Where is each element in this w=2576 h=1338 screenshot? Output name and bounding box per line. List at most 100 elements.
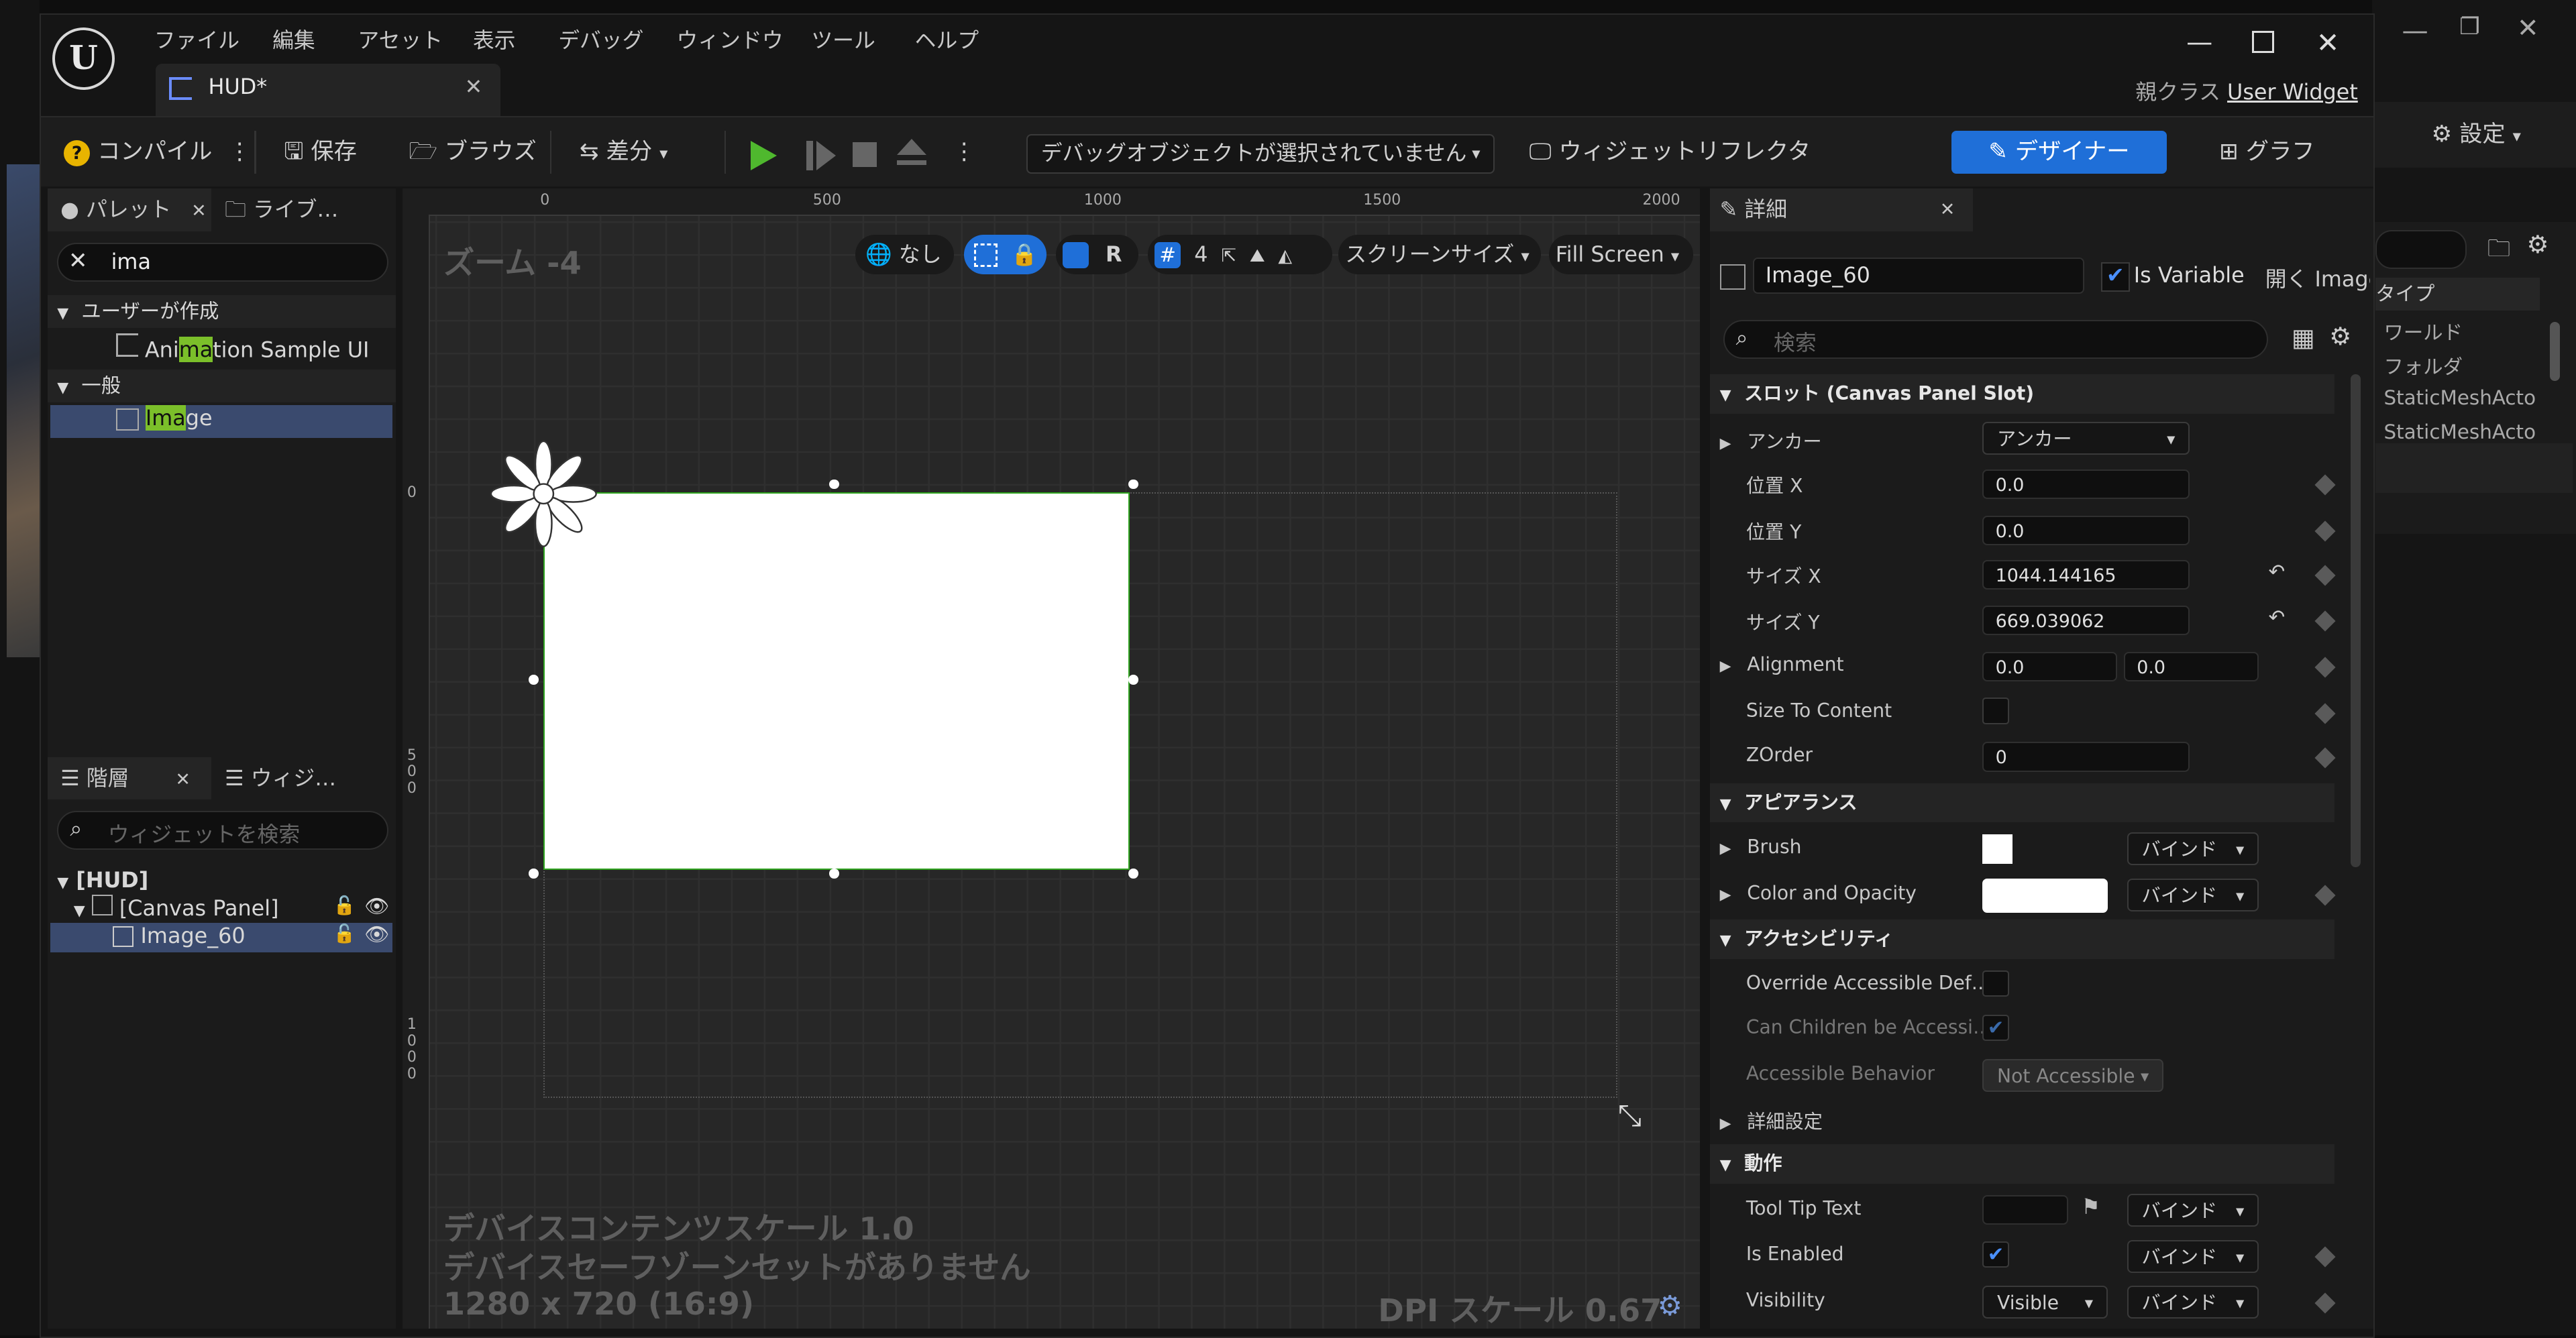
is-variable-checkbox[interactable]: ✔ [2100, 262, 2130, 292]
eject-icon[interactable] [896, 139, 926, 156]
resize-handle[interactable] [529, 869, 539, 879]
triangle-icon[interactable]: ◭ [1278, 245, 1292, 266]
keyframe-icon[interactable] [2314, 747, 2336, 769]
brush-bind-dropdown[interactable]: バインド ▾ [2127, 832, 2259, 866]
tab-hierarchy[interactable]: ☰ 階層 ✕ [47, 757, 212, 800]
palette-item-animation-sample-ui[interactable]: Animation Sample UI [116, 333, 369, 363]
play-icon[interactable] [750, 140, 777, 170]
transform-mode-toggle[interactable]: R [1056, 234, 1138, 274]
scrollbar[interactable] [2549, 322, 2560, 382]
lock-open-icon[interactable]: 🔓 [333, 895, 356, 916]
respect-locks-toggle[interactable]: 🔒 [964, 234, 1046, 274]
menu-file[interactable]: ファイル [154, 23, 239, 59]
keyframe-icon[interactable] [2314, 1246, 2336, 1268]
close-window-icon[interactable]: ✕ [2316, 26, 2340, 59]
position-x-input[interactable]: 0.0 [1982, 469, 2190, 500]
menu-edit[interactable]: 編集 [272, 23, 315, 59]
compile-button[interactable]: ? コンパイル [50, 127, 225, 176]
gear-icon[interactable]: ⚙ [2527, 230, 2549, 259]
flag-icon[interactable]: ⚑ [2081, 1194, 2100, 1219]
save-button[interactable]: 🖫 保存 [271, 127, 370, 176]
open-image-link[interactable]: 開く Image [2265, 262, 2371, 293]
tab-library[interactable]: 🗀 ライブ… [225, 188, 389, 231]
gear-icon[interactable]: ⚙ [2329, 322, 2351, 351]
color-bind-dropdown[interactable]: バインド ▾ [2127, 878, 2259, 911]
outliner-item[interactable]: フォルダ [2383, 351, 2463, 380]
keyframe-icon[interactable] [2314, 610, 2336, 632]
reset-to-default-icon[interactable]: ↶ [2269, 560, 2286, 583]
background-restore-icon[interactable]: ❐ [2459, 13, 2480, 40]
menu-window[interactable]: ウィンドウ [677, 23, 784, 59]
keyframe-icon[interactable] [2314, 520, 2336, 542]
cursor-icon[interactable]: ⇱ [1221, 245, 1236, 266]
resize-handle[interactable] [1128, 869, 1138, 879]
section-behavior[interactable]: ▼ 動作 [1709, 1144, 2334, 1184]
outliner-item[interactable]: StaticMeshActo [2383, 386, 2541, 409]
diff-button[interactable]: ⇆ 差分 ▾ [566, 127, 681, 176]
close-icon[interactable]: ✕ [175, 769, 191, 790]
details-search-input[interactable]: ⌕ 検索 [1723, 320, 2268, 359]
tab-details[interactable]: ✎ 詳細 ✕ [1709, 188, 1973, 231]
stop-icon[interactable] [852, 142, 877, 167]
tab-widget-bindings[interactable]: ☰ ウィジ… [225, 757, 389, 800]
browse-button[interactable]: 🗁 ブラウズ [396, 127, 550, 176]
outliner-item[interactable]: StaticMeshActo [2383, 421, 2541, 442]
size-to-content-checkbox[interactable] [1982, 698, 2009, 724]
eye-icon[interactable]: 👁 [364, 895, 389, 918]
prop-alignment[interactable]: ▶ Alignment [1720, 653, 1844, 675]
grid-snap-toggle[interactable]: # 4 ⇱ ⛰ ◭ [1148, 234, 1332, 274]
minimize-icon[interactable]: — [2186, 27, 2212, 58]
eye-icon[interactable]: 👁 [364, 923, 389, 946]
section-appearance[interactable]: ▼ アピアランス [1709, 783, 2334, 823]
tooltip-text-input[interactable] [1982, 1195, 2068, 1225]
graph-button[interactable]: ⊞ グラフ [2206, 127, 2328, 176]
prop-color-opacity[interactable]: ▶ Color and Opacity [1720, 882, 1917, 904]
reset-to-default-icon[interactable]: ↶ [2269, 606, 2286, 628]
anchor-widget-icon[interactable] [488, 438, 600, 550]
override-accessible-checkbox[interactable] [1982, 970, 2009, 997]
compile-options-icon[interactable]: ⋮ [215, 127, 264, 176]
close-icon[interactable]: ✕ [1940, 188, 1955, 231]
localization-preview-button[interactable]: 🌐 なし [855, 234, 955, 274]
maximize-icon[interactable] [2252, 31, 2275, 53]
section-accessibility[interactable]: ▼ アクセシビリティ [1709, 919, 2334, 959]
keyframe-icon[interactable] [2314, 703, 2336, 724]
visibility-dropdown[interactable]: Visible ▾ [1982, 1286, 2108, 1319]
add-folder-icon[interactable]: 🗀 [2487, 231, 2510, 271]
designer-viewport[interactable]: 0 500 1000 1500 2000 0 5 0 0 1 0 0 0 ズーム… [402, 188, 1701, 1329]
outliner-item[interactable]: ワールド [2383, 317, 2463, 345]
size-y-input[interactable]: 669.039062 [1982, 606, 2190, 636]
menu-view[interactable]: 表示 [473, 23, 516, 59]
document-tab-hud[interactable]: HUD* ✕ [156, 64, 501, 117]
keyframe-icon[interactable] [2314, 474, 2336, 496]
keyframe-icon[interactable] [2314, 657, 2336, 678]
close-icon[interactable]: ✕ [465, 74, 483, 99]
background-settings-button[interactable]: ⚙ 設定 ▾ [2432, 115, 2521, 148]
lock-open-icon[interactable]: 🔓 [333, 923, 356, 944]
menu-tools[interactable]: ツール [811, 23, 875, 59]
tree-item-image-60[interactable]: Image_60 🔓 👁 [50, 922, 392, 952]
tree-item-canvas-panel[interactable]: ▼ [Canvas Panel] 🔓 👁 [74, 895, 396, 921]
step-icon[interactable] [806, 140, 813, 170]
enabled-bind-dropdown[interactable]: バインド ▾ [2127, 1239, 2259, 1273]
widget-name-input[interactable]: Image_60 [1752, 258, 2085, 294]
color-opacity-swatch[interactable] [1982, 878, 2108, 913]
designer-button[interactable]: ✎ デザイナー [1951, 130, 2167, 174]
prop-anchor[interactable]: ▶ アンカー [1720, 427, 1822, 454]
anchor-dropdown[interactable]: アンカー ▾ [1982, 421, 2190, 455]
is-enabled-checkbox[interactable]: ✔ [1982, 1241, 2009, 1268]
category-common[interactable]: ▼ 一般 [47, 369, 396, 402]
hierarchy-search-input[interactable]: ⌕ ウィジェットを検索 [57, 811, 389, 850]
dpi-settings-gear-icon[interactable]: ⚙ [1658, 1289, 1682, 1322]
resize-handle[interactable] [1128, 675, 1138, 685]
keyframe-icon[interactable] [2314, 1292, 2336, 1314]
tab-palette[interactable]: ● パレット ✕ [47, 188, 212, 231]
brush-color-swatch[interactable] [1982, 834, 2012, 864]
resize-handle[interactable] [829, 869, 839, 879]
position-y-input[interactable]: 0.0 [1982, 515, 2190, 545]
parent-class-link[interactable]: User Widget [2227, 79, 2358, 105]
section-slot[interactable]: ▼ スロット (Canvas Panel Slot) [1709, 374, 2334, 414]
visibility-bind-dropdown[interactable]: バインド ▾ [2127, 1286, 2259, 1319]
selected-image-widget[interactable] [543, 492, 1130, 870]
prop-brush[interactable]: ▶ Brush [1720, 836, 1802, 858]
